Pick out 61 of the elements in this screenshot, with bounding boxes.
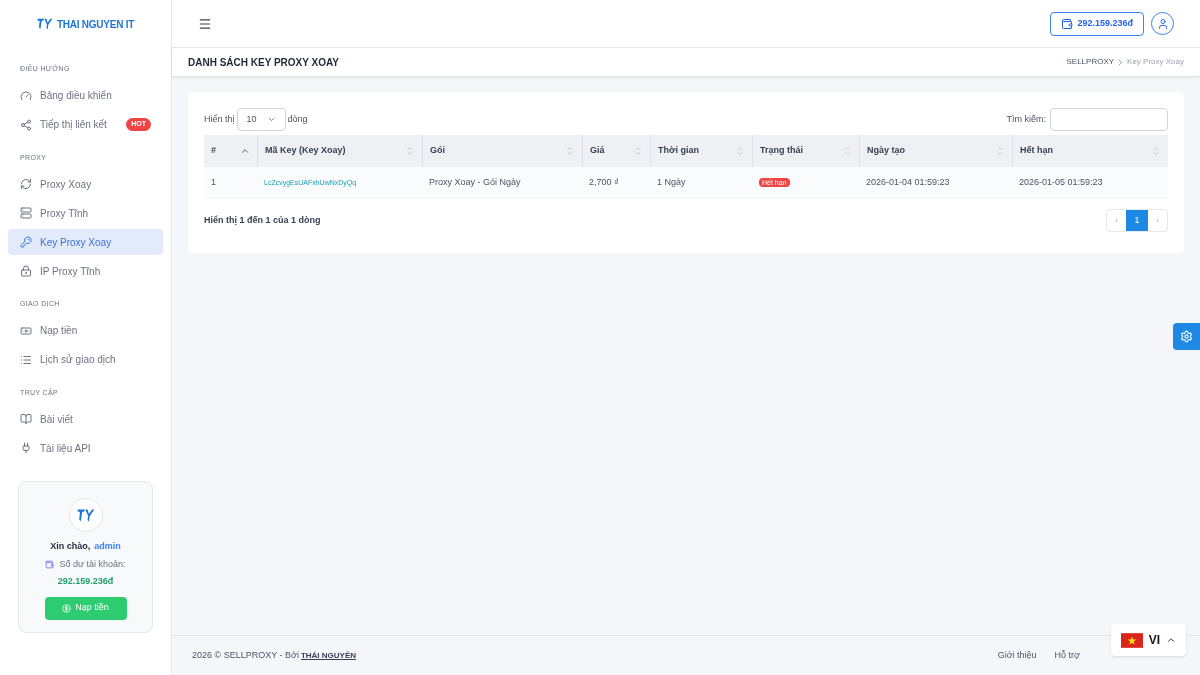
balance-amount: 292.159.236đ xyxy=(57,575,114,588)
balance-button[interactable]: 292.159.236đ xyxy=(1050,11,1144,36)
page-size-select[interactable]: 10 xyxy=(236,108,286,131)
show-label: Hiển thị xyxy=(204,112,235,126)
footer-link[interactable]: Giới thiệu xyxy=(997,648,1037,663)
copyright-text: 2026 © SELLPROXY - Bởi xyxy=(192,648,299,662)
sidebar-item[interactable]: Bảng điều khiển xyxy=(8,82,163,109)
chevron-icon xyxy=(1166,635,1176,645)
greeting: Xin chào, xyxy=(50,540,91,553)
sidebar-item[interactable]: IP Proxy Tĩnh xyxy=(8,258,163,284)
author-link[interactable]: THÁI NGUYÊN xyxy=(300,649,357,662)
coin-icon xyxy=(62,603,72,613)
table-info: Hiển thị 1 đến 1 của 1 dòng xyxy=(204,213,322,227)
footer-link[interactable]: Hỗ trợ xyxy=(1054,648,1080,663)
logo-text: THAI NGUYEN IT xyxy=(56,17,135,32)
search-label: Tìm kiếm: xyxy=(1006,112,1046,126)
lock-icon xyxy=(20,265,32,277)
settings-button[interactable] xyxy=(1173,323,1200,350)
wallet-icon xyxy=(1061,17,1074,30)
next-page-button[interactable]: › xyxy=(1148,210,1167,231)
page-title: DANH SÁCH KEY PROXY XOAY xyxy=(188,55,340,70)
prev-page-button[interactable]: ‹ xyxy=(1107,210,1126,231)
language-selector[interactable]: VI xyxy=(1110,624,1186,656)
sidebar-item[interactable]: Lịch sử giao dịch xyxy=(8,346,163,373)
sidebar-item[interactable]: Proxy Xoay xyxy=(8,171,163,197)
network-icon xyxy=(20,118,32,131)
sidebar-item[interactable]: Proxy Tĩnh xyxy=(8,200,163,226)
table-cell-text: 2,700 ₫ xyxy=(588,176,620,190)
book-icon xyxy=(20,413,32,425)
logo-icon xyxy=(76,507,95,523)
username: admin xyxy=(94,540,121,553)
table-cell-text: 2026-01-05 01:59:23 xyxy=(1018,176,1104,190)
table-cell-text: 2026-01-04 01:59:23 xyxy=(865,176,951,190)
sidebar-item[interactable]: Bài viết xyxy=(8,406,163,432)
plug-icon xyxy=(20,442,32,454)
server-icon xyxy=(20,207,32,219)
user-icon xyxy=(1156,17,1169,30)
page-button[interactable]: 1 xyxy=(1126,210,1148,231)
wallet-icon xyxy=(45,559,55,569)
sidebar-item[interactable]: Tài liệu API xyxy=(8,435,163,461)
breadcrumb-item[interactable]: SELLPROXY xyxy=(1066,56,1115,68)
key-icon xyxy=(20,236,32,248)
breadcrumb-item: Key Proxy Xoay xyxy=(1127,56,1184,68)
settings-icon xyxy=(1180,330,1193,343)
menu-icon[interactable] xyxy=(198,16,212,31)
table-cell-text: Proxy Xoay - Gói Ngày xyxy=(428,176,522,190)
chevron-icon xyxy=(266,115,276,124)
flag-icon xyxy=(1120,632,1143,648)
banknote-icon xyxy=(20,324,32,337)
search-field[interactable] xyxy=(1050,108,1168,131)
table-cell-text: 1 Ngày xyxy=(656,176,687,190)
gauge-icon xyxy=(20,89,32,102)
logo-icon xyxy=(36,17,53,31)
rows-label: dòng xyxy=(287,112,308,126)
column-header[interactable]: # xyxy=(204,135,257,167)
sidebar-item[interactable]: Nạp tiền xyxy=(8,317,163,344)
list-icon xyxy=(20,353,32,366)
table-cell-text: 1 xyxy=(210,176,217,190)
sidebar-item[interactable]: Key Proxy Xoay xyxy=(8,229,163,255)
refresh-icon xyxy=(20,178,32,190)
balance-label: Số dư tài khoản: xyxy=(59,557,126,571)
